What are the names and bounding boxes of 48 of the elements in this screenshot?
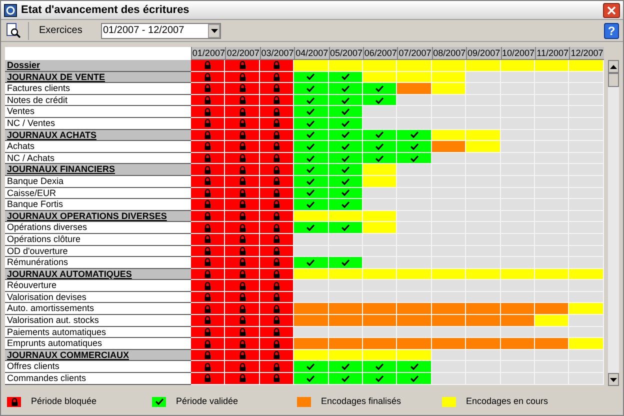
month-header: 12/2007 [569, 47, 604, 60]
month-header: 01/2007 [191, 47, 226, 60]
month-header: 05/2007 [328, 47, 363, 60]
group-label: JOURNAUX ACHATS [5, 130, 191, 142]
journal-label: Opérations clôture [5, 234, 191, 246]
journal-label: Valorisation devises [5, 292, 191, 304]
legend-label: Période validée [176, 395, 238, 408]
month-header: 10/2007 [500, 47, 535, 60]
group-label: JOURNAUX FINANCIERS [5, 164, 191, 176]
journal-label: Caisse/EUR [5, 188, 191, 200]
group-label: JOURNAUX OPERATIONS DIVERSES [5, 210, 191, 222]
journal-label: Auto. amortissements [5, 303, 191, 316]
legend-label: Encodages finalisés [321, 395, 402, 408]
journal-label: Ventes [5, 106, 191, 118]
journal-label: Commandes clients [5, 373, 191, 385]
journal-label: Opérations diverses [5, 222, 191, 234]
journal-label: NC / Ventes [5, 118, 191, 130]
month-header: 08/2007 [432, 47, 466, 60]
journal-label: Paiements automatiques [5, 326, 191, 338]
month-header: 02/2007 [225, 47, 260, 60]
journal-label: NC / Achats [5, 152, 191, 164]
group-label: Dossier [5, 60, 191, 72]
group-label: JOURNAUX COMMERCIAUX [5, 350, 191, 362]
journal-label: Banque Dexia [5, 176, 191, 188]
journal-label: OD d'ouverture [5, 246, 191, 258]
journal-label: Réouverture [5, 280, 191, 292]
window-title: Etat d'avancement des écritures [21, 2, 190, 18]
journal-label: Factures clients [5, 83, 191, 95]
journal-label: Banque Fortis [5, 199, 191, 211]
journal-label: Achats [5, 141, 191, 153]
month-header: 09/2007 [466, 47, 501, 60]
legend-label: Encodages en cours [466, 395, 548, 408]
legend-label: Période bloquée [31, 395, 97, 408]
journal-label: Offres clients [5, 361, 191, 374]
month-header: 03/2007 [260, 47, 294, 60]
journal-label: Rémunérations [5, 257, 191, 269]
journal-label: Emprunts automatiques [5, 338, 191, 350]
exercices-label: Exercices [38, 24, 84, 38]
period-select[interactable]: 01/2007 - 12/2007 [101, 22, 221, 38]
month-header: 04/2007 [294, 47, 329, 60]
group-label: JOURNAUX AUTOMATIQUES [5, 268, 191, 280]
month-header: 11/2007 [534, 47, 570, 60]
journal-label: Notes de crédit [5, 94, 191, 106]
journal-label: Valorisation aut. stocks [5, 315, 191, 327]
group-label: JOURNAUX DE VENTE [5, 72, 191, 84]
month-header: 07/2007 [397, 47, 432, 60]
month-header: 06/2007 [362, 47, 398, 60]
help-button[interactable]: ? [604, 22, 619, 38]
